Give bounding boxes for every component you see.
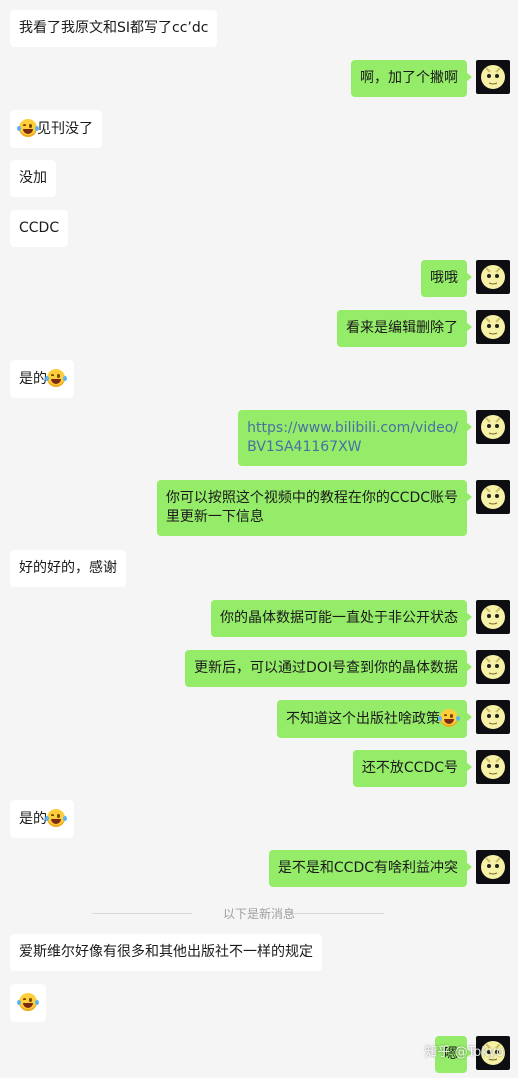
message-bubble-outgoing[interactable]: 还不放CCDC号: [352, 750, 473, 787]
avatar[interactable]: [476, 260, 510, 294]
anime-avatar-icon: [481, 655, 505, 679]
message-bubble-incoming[interactable]: 我看了我原文和SI都写了cc’dc: [10, 10, 218, 47]
divider-text: 以下是新消息: [222, 907, 295, 921]
message-bubble-outgoing[interactable]: https://www.bilibili.com/video/ BV1SA411…: [238, 410, 472, 466]
anime-avatar-icon: [481, 485, 505, 509]
message-text: 不知道这个出版社啥政策: [286, 711, 440, 727]
message-bubble-outgoing[interactable]: 更新后，可以通过DOI号查到你的晶体数据: [185, 650, 472, 687]
laughing-with-tears-icon: [45, 809, 67, 827]
message-bubble-outgoing[interactable]: 啊，加了个撇啊: [351, 60, 472, 97]
new-messages-divider: 以下是新消息: [0, 905, 518, 923]
message-text: 我看了我原文和SI都写了cc’dc: [19, 20, 209, 36]
anime-avatar-icon: [481, 755, 505, 779]
avatar[interactable]: [476, 700, 510, 734]
message-text: 啊，加了个撇啊: [360, 70, 458, 86]
message-text: 更新后，可以通过DOI号查到你的晶体数据: [194, 660, 458, 676]
message-text: 见刊没了: [37, 121, 93, 137]
message-bubble-incoming[interactable]: 是的: [10, 800, 74, 838]
message-text: 没加: [19, 170, 47, 186]
avatar[interactable]: [476, 650, 510, 684]
avatar[interactable]: [476, 750, 510, 784]
laughing-with-tears-icon: [17, 119, 39, 137]
avatar[interactable]: [476, 310, 510, 344]
message-text-line: 里更新一下信息: [165, 509, 264, 525]
message-text-line: 你可以按照这个视频中的教程在你的CCDC账号: [165, 490, 458, 506]
message-bubble-incoming[interactable]: CCDC: [10, 210, 69, 247]
message-link-line[interactable]: BV1SA41167XW: [247, 439, 361, 455]
avatar[interactable]: [476, 60, 510, 94]
message-bubble-outgoing[interactable]: 看来是编辑删除了: [337, 310, 472, 347]
anime-avatar-icon: [481, 605, 505, 629]
message-text: 是的: [19, 371, 47, 387]
zhihu-watermark: 知乎 @Tokyo: [424, 1045, 504, 1060]
message-link-line[interactable]: https://www.bilibili.com/video/: [247, 420, 458, 436]
message-text: 爱斯维尔好像有很多和其他出版社不一样的规定: [19, 944, 313, 960]
message-bubble-incoming[interactable]: 好的好的，感谢: [10, 550, 126, 587]
message-text: CCDC: [19, 220, 60, 236]
laughing-with-tears-icon: [45, 369, 67, 387]
avatar[interactable]: [476, 850, 510, 884]
avatar[interactable]: [476, 600, 510, 634]
chat-view: 我看了我原文和SI都写了cc’dc 啊，加了个撇啊 见刊没了 没加 CCDC 哦…: [0, 0, 518, 1078]
avatar[interactable]: [476, 410, 510, 444]
anime-avatar-icon: [481, 315, 505, 339]
anime-avatar-icon: [481, 65, 505, 89]
anime-avatar-icon: [481, 705, 505, 729]
message-text: 你的晶体数据可能一直处于非公开状态: [220, 610, 458, 626]
message-bubble-outgoing[interactable]: 不知道这个出版社啥政策: [277, 700, 472, 738]
anime-avatar-icon: [481, 415, 505, 439]
message-bubble-outgoing[interactable]: 你的晶体数据可能一直处于非公开状态: [211, 600, 472, 637]
message-text: 是的: [19, 811, 47, 827]
message-bubble-outgoing[interactable]: 你可以按照这个视频中的教程在你的CCDC账号 里更新一下信息: [156, 480, 473, 536]
anime-avatar-icon: [481, 855, 505, 879]
laughing-with-tears-icon: [17, 993, 39, 1011]
message-bubble-outgoing[interactable]: 是不是和CCDC有啥利益冲突: [268, 850, 473, 887]
message-bubble-incoming[interactable]: 没加: [10, 160, 56, 197]
message-text: 是不是和CCDC有啥利益冲突: [277, 860, 458, 876]
message-bubble-outgoing[interactable]: 哦哦: [421, 260, 472, 297]
message-text: 好的好的，感谢: [19, 560, 117, 576]
avatar[interactable]: [476, 480, 510, 514]
message-text: 还不放CCDC号: [361, 760, 458, 776]
message-bubble-incoming[interactable]: 见刊没了: [10, 110, 102, 148]
anime-avatar-icon: [481, 265, 505, 289]
message-bubble-incoming[interactable]: 爱斯维尔好像有很多和其他出版社不一样的规定: [10, 934, 322, 971]
message-bubble-incoming[interactable]: [10, 984, 46, 1022]
message-bubble-incoming[interactable]: 是的: [10, 360, 74, 398]
message-text: 哦哦: [430, 270, 458, 286]
laughing-with-tears-icon: [438, 709, 460, 727]
message-text: 看来是编辑删除了: [346, 320, 458, 336]
